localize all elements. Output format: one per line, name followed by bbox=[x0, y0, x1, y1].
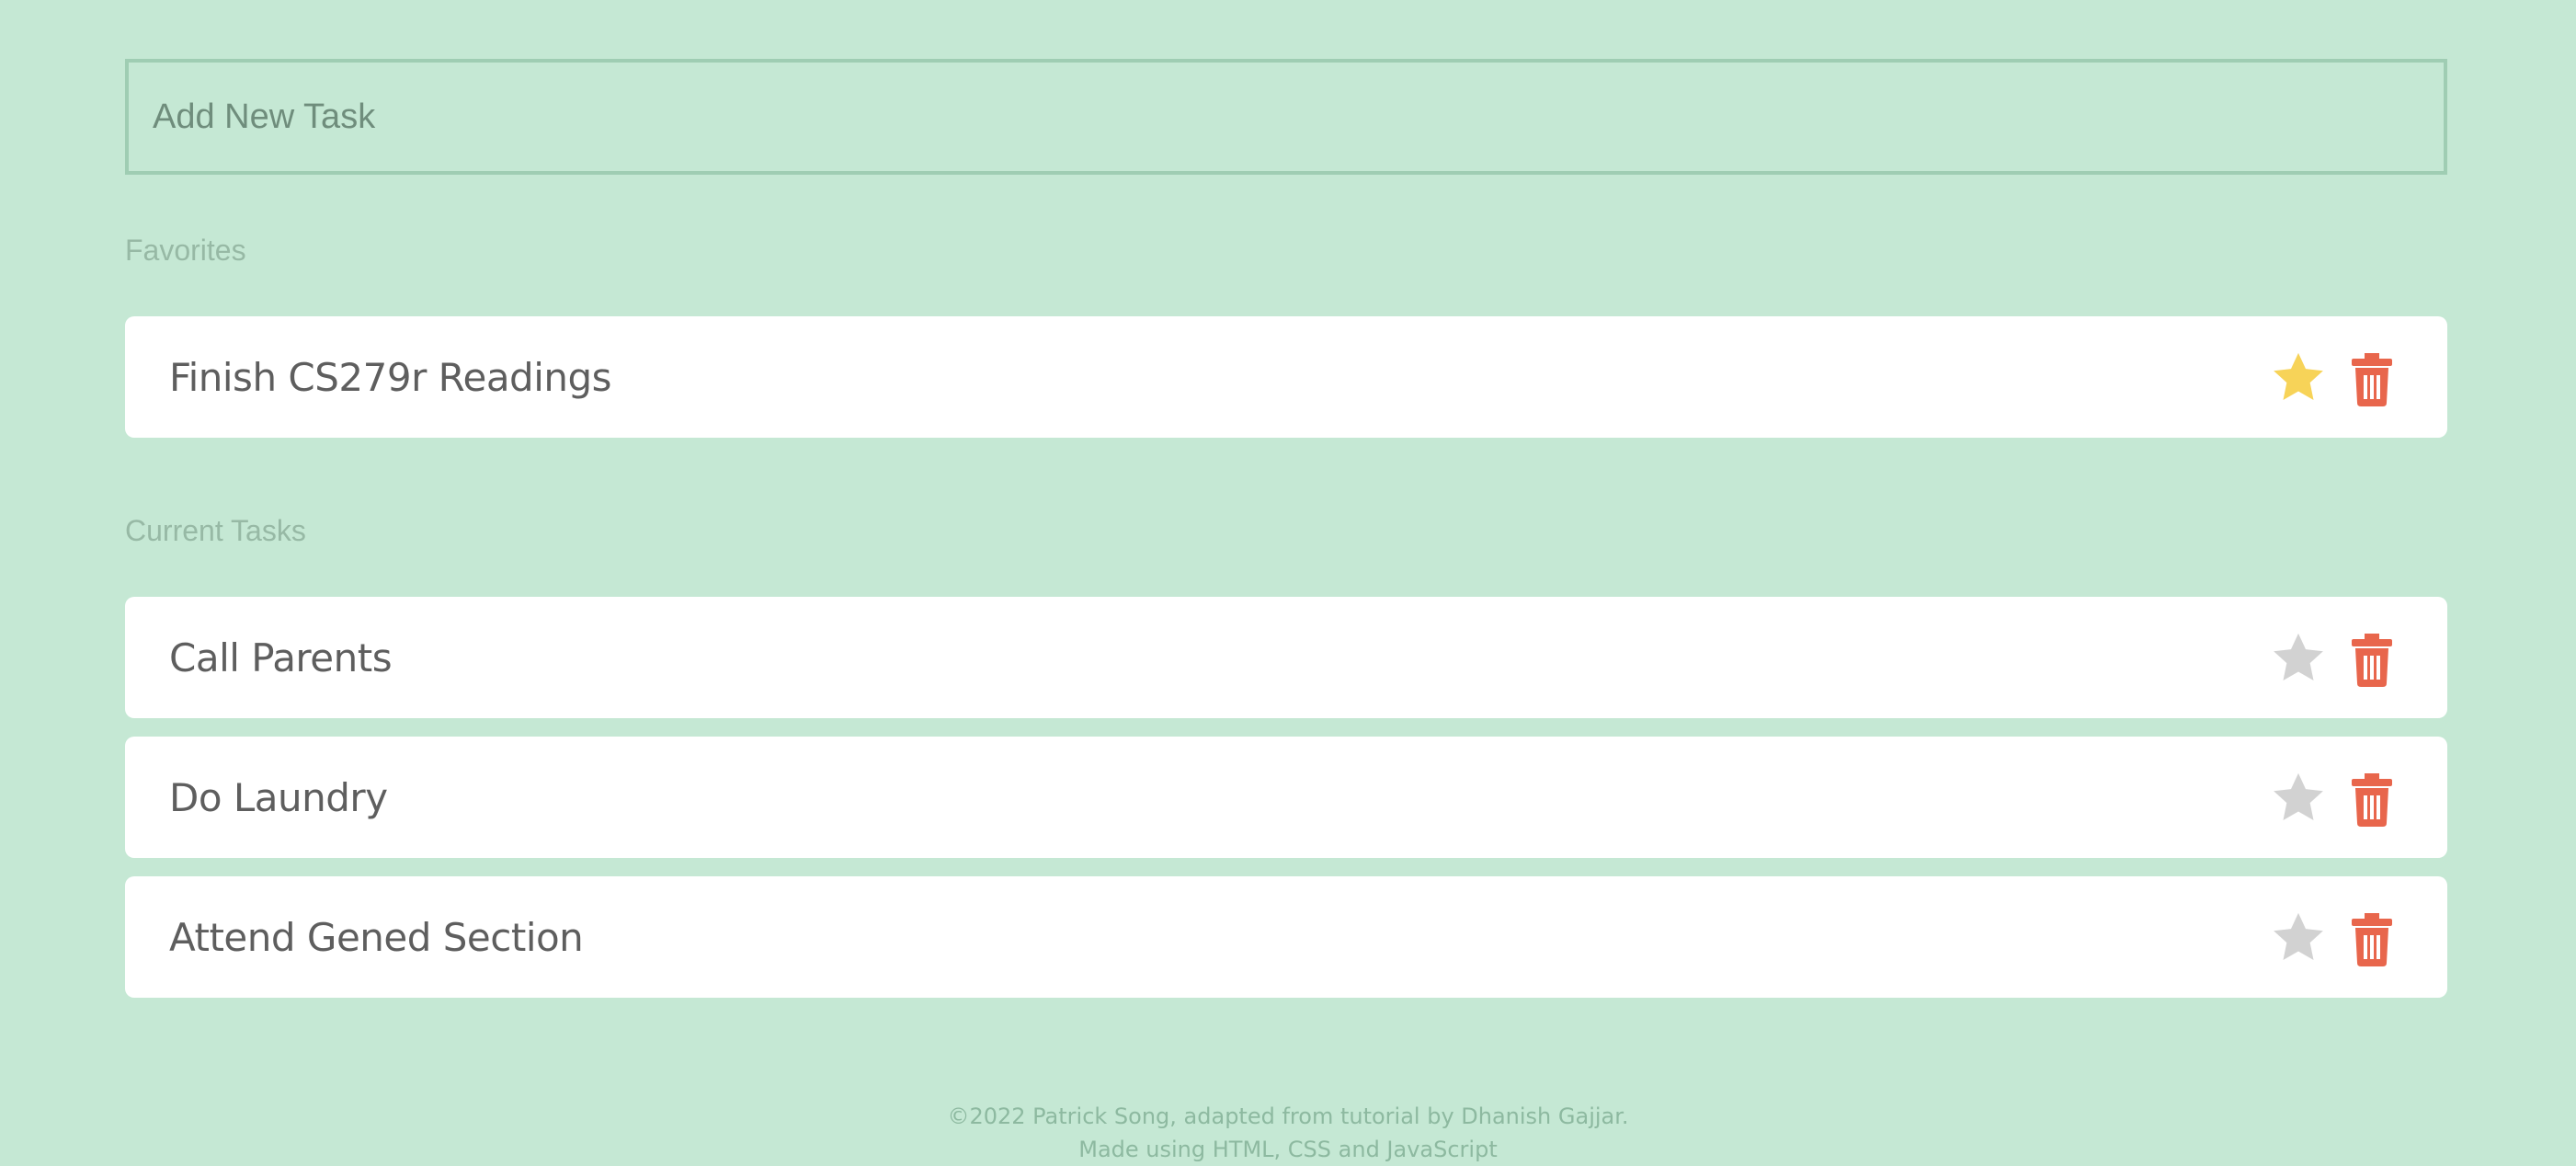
trash-icon[interactable] bbox=[2352, 634, 2392, 687]
star-icon[interactable] bbox=[2269, 909, 2328, 966]
footer-credit: ©2022 Patrick Song, adapted from tutoria… bbox=[947, 1103, 1629, 1129]
favorites-list: Finish CS279r Readings bbox=[125, 316, 2447, 456]
footer-tech: Made using HTML, CSS and JavaScript bbox=[1078, 1137, 1498, 1162]
task-item[interactable]: Do Laundry bbox=[125, 737, 2447, 858]
current-tasks-list: Call Parents Do Laundry Attend Gened Sec… bbox=[125, 597, 2447, 1016]
task-label: Finish CS279r Readings bbox=[169, 354, 612, 400]
star-icon[interactable] bbox=[2269, 349, 2328, 406]
task-item[interactable]: Attend Gened Section bbox=[125, 876, 2447, 998]
task-item[interactable]: Finish CS279r Readings bbox=[125, 316, 2447, 438]
todo-app: Favorites Finish CS279r Readings Current… bbox=[0, 0, 2576, 1166]
trash-icon[interactable] bbox=[2352, 773, 2392, 827]
current-tasks-heading: Current Tasks bbox=[125, 514, 306, 547]
star-icon[interactable] bbox=[2269, 630, 2328, 687]
footer: ©2022 Patrick Song, adapted from tutoria… bbox=[0, 1100, 2576, 1166]
task-item[interactable]: Call Parents bbox=[125, 597, 2447, 718]
task-label: Do Laundry bbox=[169, 774, 388, 820]
trash-icon[interactable] bbox=[2352, 913, 2392, 966]
trash-icon[interactable] bbox=[2352, 353, 2392, 406]
add-task-field[interactable] bbox=[125, 59, 2447, 175]
star-icon[interactable] bbox=[2269, 770, 2328, 827]
task-label: Attend Gened Section bbox=[169, 914, 584, 960]
favorites-heading: Favorites bbox=[125, 234, 246, 267]
task-label: Call Parents bbox=[169, 634, 393, 680]
add-task-input[interactable] bbox=[129, 63, 2444, 171]
